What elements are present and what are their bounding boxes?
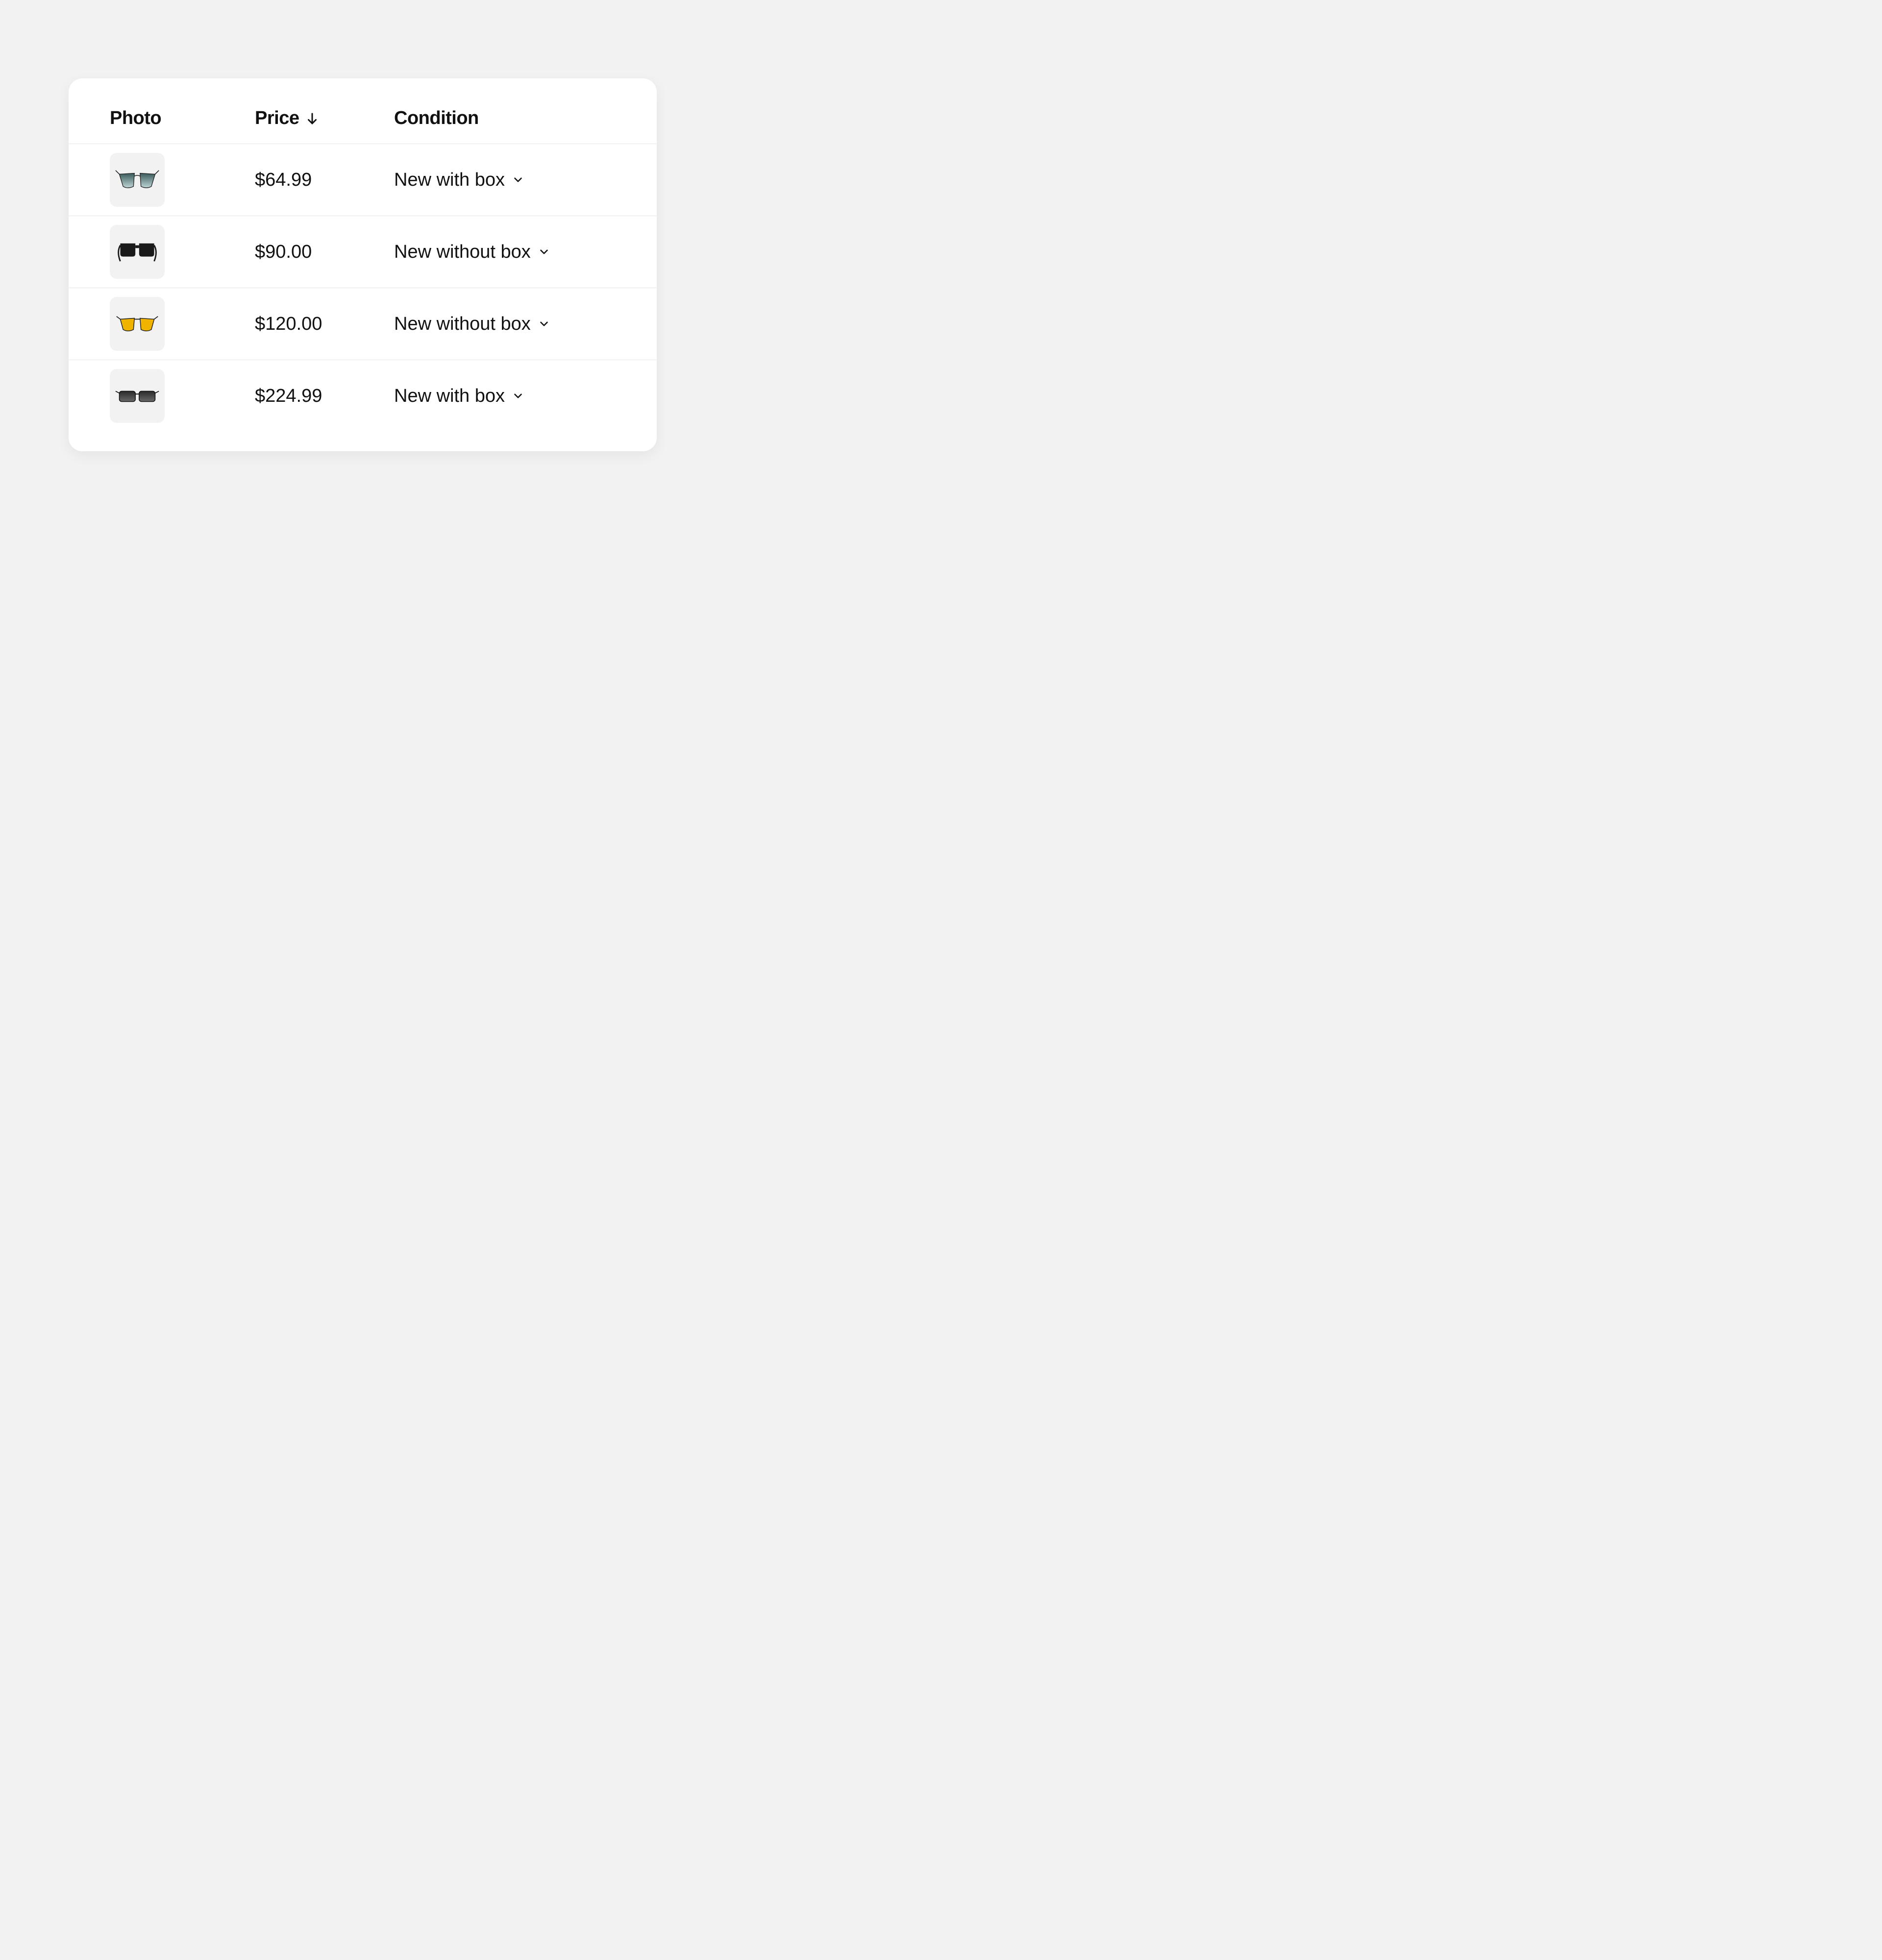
condition-dropdown[interactable]: New with box <box>394 386 524 407</box>
product-thumbnail[interactable] <box>110 225 165 279</box>
price-value: $224.99 <box>255 386 322 406</box>
chevron-down-icon <box>512 173 524 186</box>
condition-value: New without box <box>394 242 531 263</box>
listings-table: Photo Price Condition <box>69 108 657 432</box>
sunglasses-aviator-gradient-icon <box>114 156 161 203</box>
chevron-down-icon <box>512 390 524 402</box>
column-header-price[interactable]: Price <box>255 108 320 129</box>
table-row[interactable]: $224.99 New with box <box>69 360 657 432</box>
sort-down-icon <box>305 111 320 126</box>
column-header-condition[interactable]: Condition <box>394 108 479 129</box>
condition-dropdown[interactable]: New without box <box>394 314 550 335</box>
sunglasses-rectangular-black-icon <box>114 372 161 419</box>
condition-value: New with box <box>394 170 505 191</box>
condition-value: New with box <box>394 386 505 407</box>
condition-dropdown[interactable]: New with box <box>394 170 524 191</box>
sunglasses-yellow-lens-icon <box>114 300 161 347</box>
column-header-price-label: Price <box>255 108 299 129</box>
table-row[interactable]: $120.00 New without box <box>69 288 657 360</box>
product-thumbnail[interactable] <box>110 297 165 351</box>
table-header-row: Photo Price Condition <box>69 108 657 144</box>
table-row[interactable]: $90.00 New without box <box>69 216 657 288</box>
product-thumbnail[interactable] <box>110 369 165 423</box>
price-value: $120.00 <box>255 314 322 334</box>
condition-dropdown[interactable]: New without box <box>394 242 550 263</box>
table-row[interactable]: $64.99 New with box <box>69 144 657 216</box>
column-header-photo[interactable]: Photo <box>110 108 161 128</box>
sunglasses-thick-black-icon <box>114 228 161 275</box>
chevron-down-icon <box>538 245 550 258</box>
listings-card: Photo Price Condition <box>69 78 657 451</box>
product-thumbnail[interactable] <box>110 153 165 207</box>
price-value: $90.00 <box>255 242 312 262</box>
condition-value: New without box <box>394 314 531 335</box>
price-value: $64.99 <box>255 170 312 190</box>
chevron-down-icon <box>538 318 550 330</box>
